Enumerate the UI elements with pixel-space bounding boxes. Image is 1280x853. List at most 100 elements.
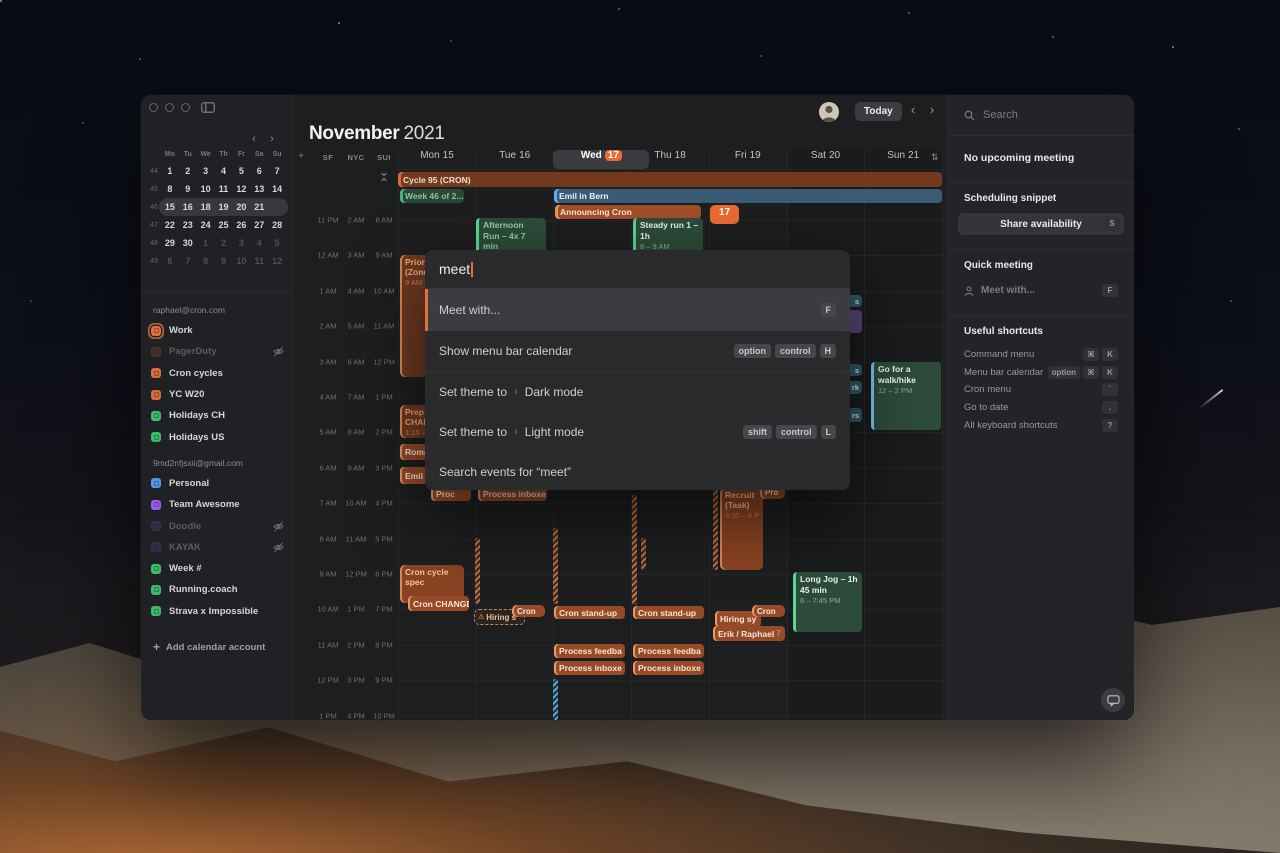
mini-day[interactable]: 6 — [251, 163, 267, 179]
mini-day[interactable]: 5 — [269, 235, 285, 251]
mini-day[interactable]: 15 — [162, 199, 178, 215]
mini-day[interactable]: 8 — [198, 253, 214, 269]
mini-day[interactable]: 13 — [251, 181, 267, 197]
calendar-item[interactable]: Cron cycles — [151, 363, 284, 384]
mini-day[interactable]: 22 — [162, 217, 178, 233]
mini-day[interactable]: 19 — [216, 199, 232, 215]
calendar-item[interactable]: PagerDuty — [151, 341, 284, 362]
today-button[interactable]: Today — [855, 102, 902, 121]
busy-time-stripe[interactable] — [632, 495, 637, 605]
busy-time-stripe[interactable] — [553, 528, 558, 604]
mini-day[interactable]: 5 — [233, 163, 249, 179]
feedback-chat-button[interactable] — [1101, 688, 1125, 712]
day-header[interactable]: Sat20 — [787, 150, 865, 161]
mini-day[interactable]: 12 — [233, 181, 249, 197]
day-header[interactable]: Mon15 — [398, 150, 476, 161]
event-process-feedba[interactable]: Process feedba — [554, 644, 625, 658]
event-process-inboxe[interactable]: Process inboxe — [633, 661, 704, 675]
collapse-allday-icon[interactable] — [379, 172, 389, 182]
mini-next-button[interactable]: › — [266, 133, 278, 145]
toggle-sidebar-icon[interactable] — [201, 102, 215, 113]
mini-day[interactable]: 1 — [162, 163, 178, 179]
mini-day[interactable]: 1 — [198, 235, 214, 251]
mini-day[interactable]: 3 — [198, 163, 214, 179]
share-availability-button[interactable]: Share availability S — [958, 213, 1124, 235]
window-close-button[interactable] — [149, 103, 158, 112]
day-header[interactable]: Sun21 — [864, 150, 942, 161]
mini-day[interactable]: 4 — [251, 235, 267, 251]
mini-day[interactable]: 8 — [162, 181, 178, 197]
add-calendar-account-button[interactable]: + Add calendar account — [153, 641, 265, 653]
calendar-item[interactable]: Doodle — [151, 515, 284, 536]
mini-day[interactable]: 18 — [198, 199, 214, 215]
mini-day[interactable]: 10 — [198, 181, 214, 197]
calendar-item[interactable]: Strava x Impossible — [151, 601, 284, 622]
mini-day[interactable]: 25 — [216, 217, 232, 233]
meet-with-input[interactable]: Meet with... F — [964, 284, 1118, 297]
mini-day[interactable]: 10 — [233, 253, 249, 269]
mini-day[interactable]: 14 — [269, 181, 285, 197]
event-announcing-cron[interactable]: Announcing Cron — [555, 205, 701, 219]
window-minimize-button[interactable] — [165, 103, 174, 112]
event-process-feedba[interactable]: Process feedba — [633, 644, 704, 658]
mini-day[interactable]: 9 — [180, 181, 196, 197]
calendar-item[interactable]: Holidays CH — [151, 405, 284, 426]
mini-day[interactable]: 20 — [233, 199, 249, 215]
mini-day[interactable]: 30 — [180, 235, 196, 251]
event-process-inboxe[interactable]: Process inboxe — [554, 661, 625, 675]
mini-day[interactable]: 7 — [269, 163, 285, 179]
eye-off-icon[interactable] — [273, 521, 284, 532]
calendar-item[interactable]: Running.coach — [151, 579, 284, 600]
calendar-item[interactable]: Week # — [151, 558, 284, 579]
palette-row[interactable]: Set theme to›Light modeshiftcontrolL — [425, 412, 850, 452]
mini-day[interactable]: 2 — [180, 163, 196, 179]
search-input[interactable]: Search — [948, 95, 1134, 136]
eye-off-icon[interactable] — [273, 346, 284, 357]
mini-day[interactable]: 12 — [269, 253, 285, 269]
palette-row[interactable]: Set theme to›Dark mode — [425, 371, 850, 412]
mini-day[interactable]: 11 — [251, 253, 267, 269]
mini-day[interactable]: 23 — [180, 217, 196, 233]
event-cron[interactable]: Cron — [512, 605, 545, 617]
event-long-jog-1h-45-min[interactable]: Long Jog – 1h 45 min6 – 7:45 PM — [793, 572, 862, 632]
event-go-for-a-walk-hike[interactable]: Go for a walk/hike12 – 2 PM — [871, 362, 941, 430]
day-header[interactable]: Fri19 — [709, 150, 787, 161]
busy-time-stripe[interactable] — [641, 538, 646, 570]
mini-day[interactable]: 4 — [216, 163, 232, 179]
calendar-item[interactable]: KAYAK — [151, 537, 284, 558]
mini-day[interactable]: 27 — [251, 217, 267, 233]
mini-day[interactable]: 26 — [233, 217, 249, 233]
next-week-button[interactable]: › — [925, 102, 939, 117]
busy-time-stripe[interactable] — [713, 488, 718, 570]
add-timezone-button[interactable]: + — [295, 151, 307, 162]
prev-week-button[interactable]: ‹ — [906, 102, 920, 117]
mini-day[interactable]: 2 — [216, 235, 232, 251]
mini-prev-button[interactable]: ‹ — [248, 133, 260, 145]
mini-day[interactable]: 9 — [216, 253, 232, 269]
window-zoom-button[interactable] — [181, 103, 190, 112]
calendar-item[interactable]: Team Awesome — [151, 494, 284, 515]
event-cron-stand-up[interactable]: Cron stand-up — [633, 606, 704, 619]
palette-row[interactable]: Show menu bar calendaroptioncontrolH — [425, 331, 850, 371]
mini-day[interactable]: 29 — [162, 235, 178, 251]
day-header[interactable]: Thu18 — [631, 150, 709, 161]
mini-day-today[interactable]: 17 — [710, 205, 739, 224]
event-cron-change[interactable]: Cron CHANGE — [408, 596, 469, 611]
mini-day[interactable]: 3 — [233, 235, 249, 251]
event-cron-stand-up[interactable]: Cron stand-up — [554, 606, 625, 619]
event-cycle-95-cron[interactable]: Cycle 95 (CRON) — [398, 172, 942, 187]
eye-off-icon[interactable] — [273, 542, 284, 553]
mini-day[interactable]: 28 — [269, 217, 285, 233]
event-erik-raphael[interactable]: Erik / Raphael7 — [713, 626, 785, 641]
calendar-item[interactable]: Work — [151, 320, 284, 341]
command-input[interactable]: meet — [425, 250, 850, 289]
calendar-item[interactable]: YC W20 — [151, 384, 284, 405]
palette-row[interactable]: Meet with...F — [425, 289, 850, 331]
mini-day[interactable]: 7 — [180, 253, 196, 269]
mini-day[interactable]: 24 — [198, 217, 214, 233]
event-cron[interactable]: Cron — [752, 605, 785, 617]
mini-day[interactable]: 11 — [216, 181, 232, 197]
user-avatar[interactable] — [819, 102, 839, 122]
busy-time-stripe[interactable] — [553, 679, 558, 720]
mini-day[interactable]: 6 — [162, 253, 178, 269]
